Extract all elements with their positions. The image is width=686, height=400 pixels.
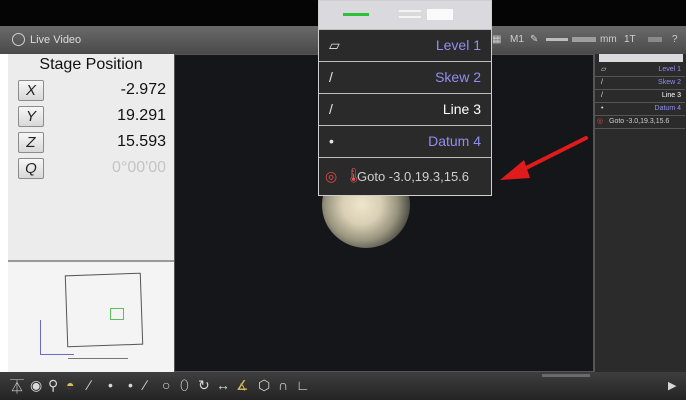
line-icon: /	[329, 101, 333, 117]
list-item[interactable]: / Skew 2	[595, 77, 685, 90]
q-value: 0°00'00	[112, 159, 166, 176]
bottom-toolbar: ⏄ ◉ ⚲ ◓ ∕ • • ∕ ○ ⬯ ↻ ↔ ∡ ⬡ ∩ ∟ ▶	[0, 372, 686, 400]
list-item[interactable]: ▱ Level 1	[595, 64, 685, 77]
point-tool-icon-2[interactable]: •	[128, 377, 133, 393]
green-line-icon[interactable]	[343, 13, 369, 16]
y-value: 19.291	[117, 107, 166, 124]
target-icon: ◎	[597, 118, 604, 125]
light-icon[interactable]: ◓	[66, 377, 74, 393]
target-icon: ◎	[325, 168, 338, 184]
y-axis-line	[40, 320, 41, 354]
x-value: -2.972	[120, 81, 166, 98]
list-item[interactable]: / Line 3	[595, 90, 685, 103]
annotation-arrow	[500, 136, 588, 180]
stage-minimap[interactable]	[8, 260, 174, 374]
arc-tool-icon[interactable]: ↻	[198, 377, 210, 394]
circle-tool-icon[interactable]: ○	[162, 377, 170, 393]
list-item[interactable]: / Line 3	[319, 93, 491, 125]
double-line-icon[interactable]	[399, 10, 421, 12]
slot-tool-icon[interactable]: ⬯	[180, 377, 189, 394]
probe-icon[interactable]: ⏄	[10, 377, 24, 397]
play-icon[interactable]: ▶	[668, 379, 676, 392]
q-axis-button[interactable]: Q	[18, 158, 44, 179]
view-marker	[110, 308, 124, 320]
list-item[interactable]: • Datum 4	[319, 125, 491, 157]
z-value: 15.593	[117, 133, 166, 150]
list-item[interactable]: / Skew 2	[319, 61, 491, 93]
double-line-icon-lower	[399, 16, 421, 18]
grid-icon[interactable]: ▦	[492, 26, 501, 54]
list-item[interactable]: ▱ Level 1	[319, 29, 491, 61]
line-tool-icon[interactable]: ∕	[144, 377, 146, 393]
help-icon[interactable]: ?	[672, 26, 678, 54]
parallelogram-icon: ▱	[329, 37, 340, 53]
parallelogram-icon: ▱	[601, 66, 607, 73]
target-tool-icon[interactable]: ◉	[30, 377, 42, 394]
scale-bar-icon	[572, 37, 596, 42]
stage-outline	[64, 272, 144, 348]
popup-header	[319, 1, 491, 29]
datum-tool-icon[interactable]: ∟	[296, 377, 310, 393]
stage-position-panel: Stage Position X -2.972 Y 19.291 Z 15.59…	[8, 54, 175, 260]
feature-popup: ▱ Level 1 / Skew 2 / Line 3 • Datum 4 ◎ …	[318, 0, 492, 196]
z-axis-button[interactable]: Z	[18, 132, 44, 153]
point-icon: •	[601, 105, 604, 112]
window-title: Live Video	[30, 34, 82, 46]
distance-tool-icon[interactable]: ↔	[216, 377, 230, 393]
scale-line	[68, 358, 128, 359]
app-logo-icon	[12, 33, 25, 46]
pen-icon[interactable]: ✎	[530, 26, 538, 54]
toolbar-indicator	[542, 374, 590, 377]
feature-list-header	[599, 54, 683, 62]
point-tool-icon[interactable]: •	[108, 377, 113, 393]
goto-item[interactable]: ◎ 🌡 Goto -3.0,19.3,15.6	[319, 157, 491, 196]
list-item[interactable]: • Datum 4	[595, 103, 685, 116]
angle-tool-icon[interactable]: ∡	[236, 377, 249, 394]
count-button[interactable]: 1T	[624, 26, 636, 54]
point-icon: •	[329, 133, 334, 149]
search-icon[interactable]: ⚲	[48, 377, 58, 394]
m1-button[interactable]: M1	[510, 26, 524, 54]
bar-icon	[648, 37, 662, 42]
curve-tool-icon[interactable]: ∩	[278, 377, 288, 393]
box-icon[interactable]	[427, 9, 453, 20]
x-axis-button[interactable]: X	[18, 80, 44, 101]
feature-list-panel: ▱ Level 1 / Skew 2 / Line 3 • Datum 4 ◎ …	[594, 54, 686, 372]
goto-list-item[interactable]: ◎ Goto -3.0,19.3,15.6	[595, 116, 685, 129]
line-icon: /	[329, 69, 333, 85]
stage-title: Stage Position	[39, 56, 143, 73]
slider-icon[interactable]	[546, 38, 568, 41]
y-axis-button[interactable]: Y	[18, 106, 44, 127]
line-icon: /	[601, 92, 603, 99]
edge-icon[interactable]: ∕	[88, 377, 90, 393]
plane-tool-icon[interactable]: ⬡	[258, 377, 270, 394]
line-icon: /	[601, 79, 603, 86]
units-button[interactable]: mm	[600, 26, 617, 54]
x-axis-line	[40, 354, 74, 355]
